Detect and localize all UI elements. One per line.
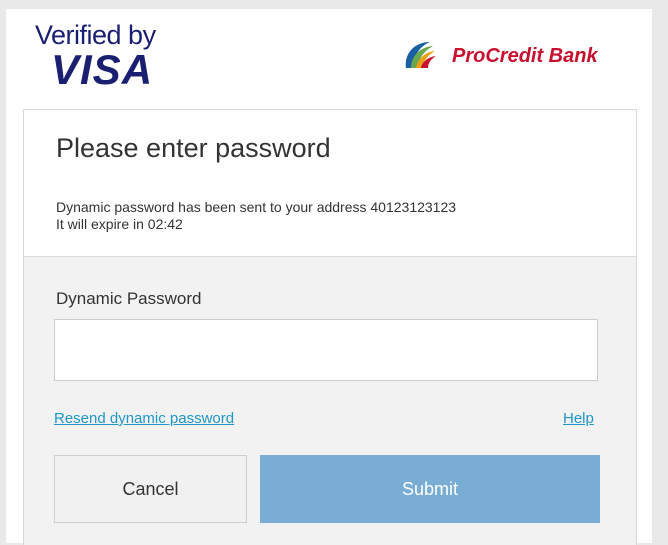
dynamic-password-input[interactable] (54, 319, 598, 381)
password-field-label: Dynamic Password (56, 289, 202, 308)
cancel-button[interactable]: Cancel (54, 455, 247, 523)
page-title: Please enter password (56, 133, 331, 163)
card-form-section: Dynamic Password Resend dynamic password… (24, 256, 636, 545)
verification-window: Verified by VISA ProCredit Bank Please e… (6, 9, 652, 545)
submit-button[interactable]: Submit (260, 455, 600, 523)
visa-logo: VISA (51, 46, 154, 93)
procredit-swirl-logo-icon (405, 42, 436, 68)
help-link[interactable]: Help (563, 410, 594, 427)
expiry-message: It will expire in 02:42 (56, 216, 183, 232)
sent-message: Dynamic password has been sent to your a… (56, 199, 457, 215)
card-info-section: Please enter password Dynamic password h… (24, 110, 636, 256)
resend-password-link[interactable]: Resend dynamic password (54, 410, 234, 427)
password-card: Please enter password Dynamic password h… (23, 109, 637, 545)
info-message: Dynamic password has been sent to your a… (56, 199, 456, 233)
bank-name: ProCredit Bank (452, 44, 598, 67)
bank-logo: ProCredit Bank (400, 36, 598, 76)
header: Verified by VISA ProCredit Bank (6, 9, 652, 109)
